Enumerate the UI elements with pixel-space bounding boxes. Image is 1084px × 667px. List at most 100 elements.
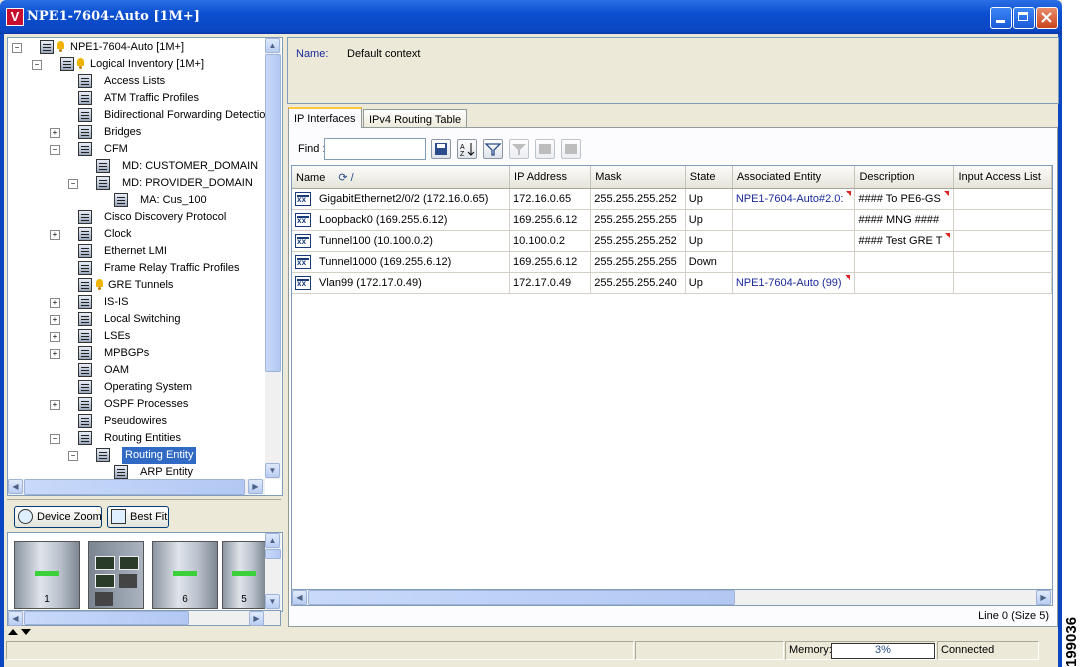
tree-vertical-scrollbar[interactable]: ▲ ▼ bbox=[265, 38, 281, 479]
device-zoom-button[interactable]: Device Zoom bbox=[14, 506, 102, 528]
expand-toggle[interactable]: + bbox=[50, 349, 60, 359]
tree-item[interactable]: − NPE1-7604-Auto [1M+] bbox=[8, 39, 264, 56]
find-next-button[interactable] bbox=[431, 139, 451, 159]
tree-item[interactable]: Access Lists bbox=[8, 73, 264, 90]
tree-item[interactable]: − MD: PROVIDER_DOMAIN bbox=[8, 175, 264, 192]
advanced-filter-button[interactable] bbox=[509, 139, 529, 159]
expand-toggle[interactable]: + bbox=[50, 128, 60, 138]
cell-value: 255.255.255.240 bbox=[594, 277, 677, 289]
inventory-tree[interactable]: − NPE1-7604-Auto [1M+] − Logical Inventory … bbox=[7, 37, 283, 496]
splitter-arrows[interactable] bbox=[7, 628, 33, 638]
find-input[interactable] bbox=[324, 138, 426, 160]
sort-az-icon: AZ bbox=[460, 143, 475, 158]
table-cell: #### To PE6-GS bbox=[854, 188, 955, 210]
tree-item[interactable]: − Routing Entity bbox=[8, 447, 264, 464]
collapse-toggle[interactable]: − bbox=[50, 434, 60, 444]
scroll-thumb[interactable] bbox=[265, 54, 281, 372]
ip-interfaces-table[interactable]: Name ⟳ / IP Address Mask State Associated En… bbox=[291, 165, 1053, 592]
tree-item[interactable]: MA: Cus_100 bbox=[8, 192, 264, 209]
table-row[interactable]: Tunnel100 (10.100.0.2) 10.100.0.2 255.255.… bbox=[292, 230, 1052, 252]
export-button[interactable] bbox=[535, 139, 555, 159]
scroll-thumb[interactable] bbox=[265, 549, 281, 559]
tree-item[interactable]: + Clock bbox=[8, 226, 264, 243]
tree-item[interactable]: + Local Switching bbox=[8, 311, 264, 328]
scroll-right-button[interactable]: ▶ bbox=[248, 479, 263, 494]
expand-toggle[interactable]: + bbox=[50, 332, 60, 342]
tree-item[interactable]: Bidirectional Forwarding Detection bbox=[8, 107, 272, 124]
column-header[interactable]: Mask bbox=[590, 166, 686, 189]
expand-toggle[interactable]: + bbox=[50, 315, 60, 325]
column-header[interactable]: Associated Entity bbox=[732, 166, 856, 189]
expand-toggle[interactable]: + bbox=[50, 298, 60, 308]
chassis-view[interactable]: 1 6 5 ▲ ▼ bbox=[7, 532, 283, 612]
tree-item[interactable]: + Bridges bbox=[8, 124, 264, 141]
scroll-left-button[interactable]: ◀ bbox=[8, 479, 23, 494]
tree-item[interactable]: Frame Relay Traffic Profiles bbox=[8, 260, 264, 277]
scroll-thumb[interactable] bbox=[308, 590, 735, 605]
collapse-toggle[interactable]: − bbox=[32, 60, 42, 70]
scroll-thumb[interactable] bbox=[24, 611, 189, 625]
tree-item[interactable]: + IS-IS bbox=[8, 294, 264, 311]
sort-button[interactable]: AZ bbox=[457, 139, 477, 159]
chassis-slot[interactable]: 5 bbox=[222, 541, 266, 609]
column-header[interactable]: Input Access List bbox=[953, 166, 1052, 189]
tree-item[interactable]: − CFM bbox=[8, 141, 264, 158]
tree-item[interactable]: Ethernet LMI bbox=[8, 243, 264, 260]
scroll-thumb[interactable] bbox=[24, 479, 245, 495]
best-fit-button[interactable]: Best Fit bbox=[107, 506, 169, 528]
scroll-up-button[interactable]: ▲ bbox=[265, 533, 280, 548]
tree-item[interactable]: + OSPF Processes bbox=[8, 396, 264, 413]
scroll-down-button[interactable]: ▼ bbox=[265, 594, 280, 609]
tree-item[interactable]: MD: CUSTOMER_DOMAIN bbox=[8, 158, 264, 175]
collapse-toggle[interactable]: − bbox=[50, 145, 60, 155]
expand-toggle[interactable]: + bbox=[50, 230, 60, 240]
table-cell bbox=[953, 209, 1052, 231]
collapse-toggle[interactable]: − bbox=[12, 43, 22, 53]
tree-item[interactable]: + MPBGPs bbox=[8, 345, 264, 362]
collapse-toggle[interactable]: − bbox=[68, 179, 78, 189]
tree-item[interactable]: Cisco Discovery Protocol bbox=[8, 209, 264, 226]
tab-ip-interfaces[interactable]: IP Interfaces bbox=[288, 107, 362, 128]
cell-value[interactable]: NPE1-7604-Auto#2.0: bbox=[736, 193, 852, 205]
column-header[interactable]: IP Address bbox=[509, 166, 592, 189]
chassis-slot[interactable] bbox=[88, 541, 144, 609]
table-row[interactable]: Vlan99 (172.17.0.49) 172.17.0.49 255.255.2… bbox=[292, 272, 1052, 294]
expand-toggle[interactable]: + bbox=[50, 400, 60, 410]
maximize-button[interactable] bbox=[1013, 7, 1035, 29]
minimize-button[interactable] bbox=[990, 7, 1012, 29]
title-bar[interactable]: V NPE1-7604-Auto [1M+] bbox=[0, 0, 1062, 34]
sort-indicator-icon: ⟳ / bbox=[335, 171, 354, 184]
tree-item[interactable]: + LSEs bbox=[8, 328, 264, 345]
table-row[interactable]: GigabitEthernet2/0/2 (172.16.0.65) 172.16… bbox=[292, 188, 1052, 210]
column-header[interactable]: Description bbox=[854, 166, 955, 189]
column-header[interactable]: Name ⟳ / bbox=[292, 166, 511, 189]
chassis-slot[interactable]: 6 bbox=[152, 541, 218, 609]
tree-item[interactable]: GRE Tunnels bbox=[8, 277, 264, 294]
print-button[interactable] bbox=[561, 139, 581, 159]
collapse-toggle[interactable]: − bbox=[68, 451, 78, 461]
table-horizontal-scrollbar[interactable]: ◀ ▶ bbox=[291, 589, 1053, 606]
scroll-down-button[interactable]: ▼ bbox=[265, 463, 280, 478]
tree-horizontal-scrollbar[interactable]: ◀ ▶ bbox=[8, 479, 265, 495]
scroll-left-button[interactable]: ◀ bbox=[8, 611, 23, 626]
tree-item[interactable]: ATM Traffic Profiles bbox=[8, 90, 264, 107]
cell-value[interactable]: NPE1-7604-Auto (99) bbox=[736, 277, 850, 289]
chassis-vertical-scrollbar[interactable]: ▲ ▼ bbox=[265, 533, 281, 611]
tree-item[interactable]: − Logical Inventory [1M+] bbox=[8, 56, 264, 73]
tree-item[interactable]: − Routing Entities bbox=[8, 430, 264, 447]
tree-item[interactable]: Operating System bbox=[8, 379, 264, 396]
tree-item[interactable]: Pseudowires bbox=[8, 413, 264, 430]
chassis-slot[interactable]: 1 bbox=[14, 541, 80, 609]
scroll-left-button[interactable]: ◀ bbox=[292, 590, 307, 605]
tab-ipv4-routing-table[interactable]: IPv4 Routing Table bbox=[363, 109, 468, 128]
chassis-horizontal-scrollbar[interactable]: ◀ ▶ bbox=[7, 610, 281, 626]
tree-item[interactable]: OAM bbox=[8, 362, 264, 379]
column-header[interactable]: State bbox=[685, 166, 733, 189]
table-row[interactable]: Loopback0 (169.255.6.12) 169.255.6.12 255.… bbox=[292, 209, 1052, 231]
close-button[interactable] bbox=[1036, 7, 1058, 29]
table-row[interactable]: Tunnel1000 (169.255.6.12) 169.255.6.12 255… bbox=[292, 251, 1052, 273]
scroll-right-button[interactable]: ▶ bbox=[1036, 590, 1051, 605]
scroll-up-button[interactable]: ▲ bbox=[265, 38, 280, 53]
filter-button[interactable] bbox=[483, 139, 503, 159]
scroll-right-button[interactable]: ▶ bbox=[249, 611, 264, 626]
